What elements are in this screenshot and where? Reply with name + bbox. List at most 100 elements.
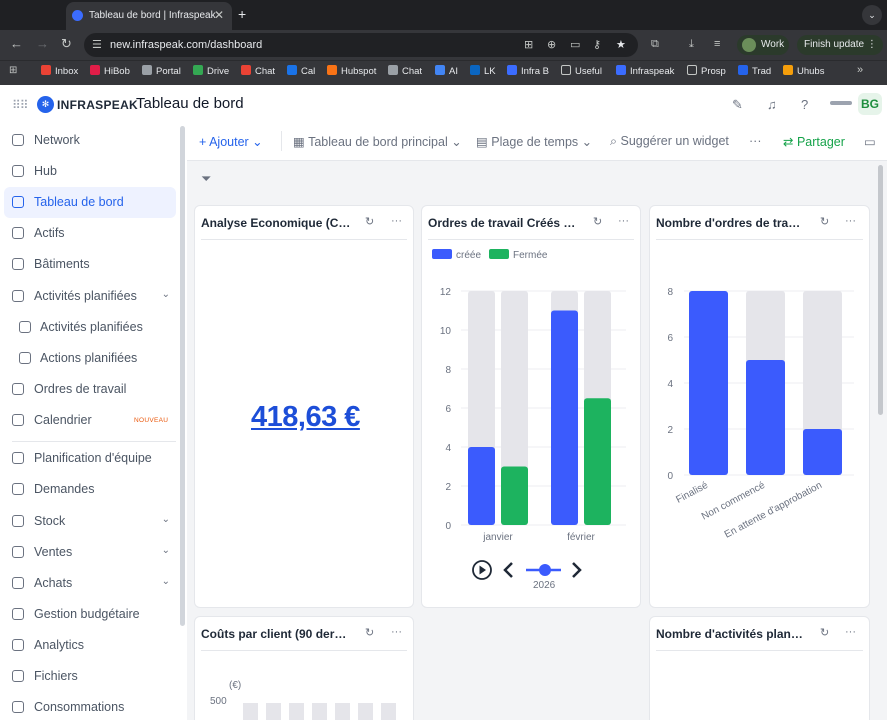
previous-icon[interactable] (503, 562, 513, 578)
share-button[interactable]: ⇄ Partager (783, 134, 845, 149)
next-icon[interactable] (572, 562, 582, 578)
refresh-icon[interactable]: ↻ (820, 215, 829, 228)
finish-update-button[interactable]: Finish update ⋮ (797, 35, 883, 55)
bar-status[interactable] (689, 291, 728, 475)
refresh-icon[interactable]: ↻ (365, 215, 374, 228)
widget-menu-icon[interactable]: ··· (845, 215, 856, 227)
translate-icon[interactable]: ⊞ (524, 38, 533, 51)
bookmark-item[interactable]: Drive (193, 65, 229, 77)
media-icon[interactable]: ≡ (714, 38, 720, 50)
sidebar-item[interactable]: Network (4, 125, 176, 156)
site-info-icon[interactable]: ☰ (92, 38, 102, 51)
extensions-icon[interactable]: ⧉ (651, 38, 659, 51)
refresh-icon[interactable]: ↻ (593, 215, 602, 228)
bar-closed[interactable] (584, 398, 611, 525)
widget-menu-icon[interactable]: ··· (845, 626, 856, 638)
browser-tab[interactable]: Tableau de bord | Infraspeak ✕ (66, 2, 232, 30)
reload-icon[interactable]: ↻ (61, 36, 72, 52)
company-logo[interactable] (830, 101, 852, 105)
play-button[interactable] (472, 560, 492, 580)
chevron-down-icon[interactable]: ⌄ (162, 576, 170, 587)
profile-button[interactable]: Work (737, 35, 789, 55)
bookmark-item[interactable]: Portal (142, 65, 181, 77)
bookmark-item[interactable]: Cal (287, 65, 315, 77)
magic-wand-icon[interactable]: ✎ (732, 97, 743, 113)
bar-created[interactable] (551, 310, 578, 526)
add-widget-button[interactable]: + Ajouter ⌄ (199, 134, 263, 149)
zoom-icon[interactable]: ⊕ (547, 38, 556, 51)
bookmark-item[interactable]: Chat (241, 65, 275, 77)
bookmark-item[interactable]: Inbox (41, 65, 78, 77)
chevron-down-icon[interactable]: ⌄ (162, 289, 170, 300)
dashboard-scrollbar[interactable] (878, 165, 883, 415)
bar-created[interactable] (468, 447, 495, 525)
more-options-icon[interactable]: ··· (749, 134, 762, 148)
dashboard-select[interactable]: ▦ Tableau de bord principal ⌄ (293, 134, 462, 149)
refresh-icon[interactable]: ↻ (820, 626, 829, 639)
sidebar-item[interactable]: Fichiers (4, 661, 176, 692)
widget-menu-icon[interactable]: ··· (391, 215, 402, 227)
widget-menu-icon[interactable]: ··· (618, 215, 629, 227)
sidebar-item[interactable]: Planification d'équipe (4, 443, 176, 474)
bookmark-item[interactable]: HiBob (90, 65, 130, 77)
tab-search-icon[interactable]: ⌄ (862, 5, 882, 25)
refresh-icon[interactable]: ↻ (365, 626, 374, 639)
economic-total-value[interactable]: 418,63 € (251, 401, 360, 434)
bookmark-item[interactable]: Infra B (507, 65, 549, 77)
legend-closed[interactable]: Fermée (489, 249, 547, 261)
sidebar-item[interactable]: Actifs (4, 218, 176, 249)
sidebar-item[interactable]: Bâtiments (4, 249, 176, 280)
bookmark-item[interactable]: Chat (388, 65, 422, 77)
help-icon[interactable]: ? (801, 97, 808, 112)
time-range-select[interactable]: ▤ Plage de temps ⌄ (476, 134, 592, 149)
bookmark-item[interactable]: Useful (561, 65, 602, 77)
bookmark-item[interactable]: Infraspeak (616, 65, 674, 77)
bar-status[interactable] (803, 429, 842, 475)
sidebar-item[interactable]: Consommations (4, 692, 176, 720)
notifications-bell-icon[interactable]: ♫ (767, 97, 777, 112)
filter-icon[interactable]: ⏷ (201, 171, 211, 187)
bookmark-item[interactable]: AI (435, 65, 458, 77)
chevron-down-icon[interactable]: ⌄ (162, 545, 170, 556)
legend-created[interactable]: créée (432, 249, 481, 261)
sidebar-item[interactable]: Activités planifiées (4, 312, 176, 343)
back-icon[interactable]: ← (10, 36, 23, 51)
download-icon[interactable]: ⤓ (689, 38, 694, 51)
sidebar-item-label: Gestion budgétaire (34, 607, 140, 621)
sidebar-item[interactable]: Stock ⌄ (4, 506, 176, 537)
widget-menu-icon[interactable]: ··· (391, 626, 402, 638)
app-launcher-icon[interactable]: ⠿⠿ (12, 98, 29, 112)
sidebar-item[interactable]: Hub (4, 156, 176, 187)
sidebar-item[interactable]: Analytics (4, 630, 176, 661)
user-avatar[interactable]: BG (858, 93, 882, 115)
timeline-handle[interactable] (539, 564, 551, 576)
bar-closed[interactable] (501, 466, 528, 526)
sidebar-scrollbar[interactable] (180, 126, 185, 626)
chevron-down-icon[interactable]: ⌄ (162, 514, 170, 525)
bookmark-item[interactable]: Prosp (687, 65, 726, 77)
forward-icon[interactable]: → (36, 36, 49, 51)
comments-icon[interactable]: ▭ (864, 134, 876, 149)
sidebar-item[interactable]: Actions planifiées (4, 343, 176, 374)
sidebar-item[interactable]: Achats ⌄ (4, 568, 176, 599)
more-bookmarks-icon[interactable]: » (857, 64, 863, 76)
infraspeak-logo-icon[interactable]: ✻ (37, 96, 54, 113)
bookmark-item[interactable]: Trad (738, 65, 771, 77)
bookmark-item[interactable]: LK (470, 65, 496, 77)
sidebar-item[interactable]: Activités planifiées ⌄ (4, 281, 176, 312)
bookmark-item[interactable]: Uhubs (783, 65, 824, 77)
new-tab-icon[interactable]: + (238, 6, 246, 22)
bookmark-item[interactable]: Hubspot (327, 65, 376, 77)
password-key-icon[interactable]: ⚷ (593, 38, 601, 51)
sidebar-item[interactable]: Ventes ⌄ (4, 537, 176, 568)
install-icon[interactable]: ▭ (570, 38, 580, 51)
sidebar-item[interactable]: Tableau de bord (4, 187, 176, 218)
bar-status[interactable] (746, 360, 785, 475)
apps-grid-icon[interactable]: ⊞ (9, 65, 17, 76)
close-tab-icon[interactable]: ✕ (214, 8, 224, 22)
sidebar-item[interactable]: Gestion budgétaire (4, 599, 176, 630)
sidebar-item[interactable]: Ordres de travail (4, 374, 176, 405)
suggest-widget-button[interactable]: ⌕ Suggérer un widget (610, 134, 729, 149)
bookmark-star-icon[interactable]: ★ (616, 38, 626, 51)
sidebar-item[interactable]: Demandes (4, 474, 176, 505)
